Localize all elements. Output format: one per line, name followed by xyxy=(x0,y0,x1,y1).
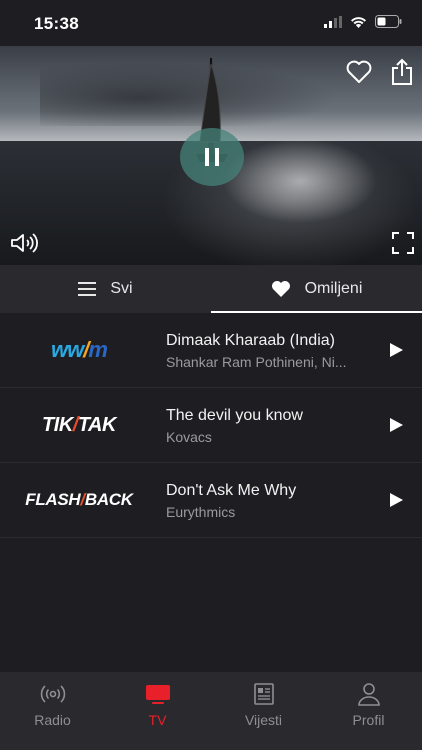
fullscreen-button[interactable] xyxy=(392,232,414,259)
flashback-logo-text: FLASH/BACK xyxy=(25,490,133,509)
battery-icon xyxy=(375,15,402,28)
nav-news[interactable]: Vijesti xyxy=(211,672,316,750)
nav-radio-label: Radio xyxy=(34,712,71,728)
tv-icon xyxy=(145,685,170,704)
list-item[interactable]: FLASH/BACK Don't Ask Me Why Eurythmics xyxy=(0,463,422,538)
nav-tv-label: TV xyxy=(148,712,167,728)
status-bar: 15:38 xyxy=(0,0,422,46)
track-title: The devil you know xyxy=(166,407,303,424)
share-icon xyxy=(392,58,412,85)
pause-button[interactable] xyxy=(180,128,244,186)
wwm-logo-text: ww/m xyxy=(51,337,108,362)
status-icons xyxy=(324,15,402,28)
news-icon xyxy=(253,683,274,705)
profile-icon xyxy=(357,683,380,706)
station-logo-flashback: FLASH/BACK xyxy=(14,463,144,537)
nav-profile-label: Profil xyxy=(352,712,385,728)
fullscreen-icon xyxy=(392,232,414,254)
tab-favorites-label: Omiljeni xyxy=(304,280,363,297)
nav-tv[interactable]: TV xyxy=(105,672,210,750)
volume-button[interactable] xyxy=(10,232,38,259)
volume-icon xyxy=(11,233,38,253)
play-icon[interactable] xyxy=(388,492,404,508)
nav-profile[interactable]: Profil xyxy=(316,672,421,750)
favorite-button[interactable] xyxy=(346,60,372,89)
list-item[interactable]: ww/m Dimaak Kharaab (India) Shankar Ram … xyxy=(0,313,422,388)
heart-outline-icon xyxy=(346,60,372,83)
track-artist: Kovacs xyxy=(166,429,212,445)
track-artist: Shankar Ram Pothineni, Ni... xyxy=(166,354,347,370)
wifi-icon xyxy=(351,16,366,28)
pause-icon xyxy=(205,148,219,166)
play-icon[interactable] xyxy=(388,417,404,433)
menu-icon xyxy=(78,282,97,296)
station-logo-tiktak: TIK/TAK xyxy=(14,388,144,462)
radio-icon xyxy=(40,685,65,703)
tab-all-label: Svi xyxy=(110,280,133,297)
nav-news-label: Vijesti xyxy=(244,712,283,728)
play-icon[interactable] xyxy=(388,342,404,358)
share-button[interactable] xyxy=(390,58,414,91)
track-title: Dimaak Kharaab (India) xyxy=(166,332,335,349)
status-time: 15:38 xyxy=(34,14,79,33)
list-item[interactable]: TIK/TAK The devil you know Kovacs xyxy=(0,388,422,463)
bottom-nav: Radio TV Vijesti Profil xyxy=(0,672,422,750)
station-list: ww/m Dimaak Kharaab (India) Shankar Ram … xyxy=(0,313,422,538)
station-logo-wwm: ww/m xyxy=(14,313,144,387)
signal-icon xyxy=(324,15,342,28)
nav-radio[interactable]: Radio xyxy=(0,672,105,750)
tab-bar: Svi Omiljeni xyxy=(0,265,422,313)
tab-all[interactable]: Svi xyxy=(0,265,211,313)
tab-favorites[interactable]: Omiljeni xyxy=(211,265,422,313)
track-artist: Eurythmics xyxy=(166,504,236,520)
tiktak-logo-text: TIK/TAK xyxy=(42,413,116,436)
video-player[interactable] xyxy=(0,46,422,265)
heart-icon xyxy=(271,281,290,297)
track-title: Don't Ask Me Why xyxy=(166,482,297,499)
